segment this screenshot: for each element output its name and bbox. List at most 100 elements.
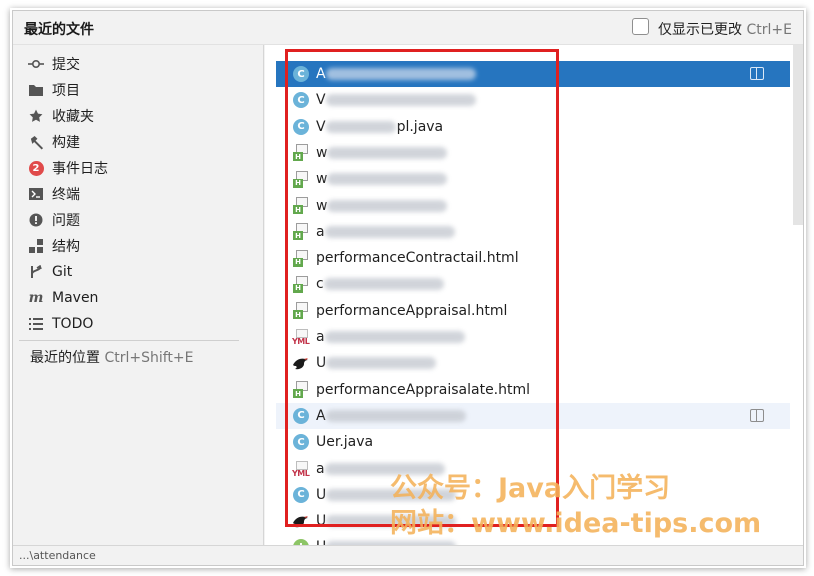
nav-item-problems[interactable]: 问题 [27, 209, 80, 231]
nav-item-label: 事件日志 [52, 161, 108, 177]
file-name: w [316, 171, 448, 187]
file-name-prefix: performanceAppraisal [316, 381, 471, 398]
nav-item-label: 构建 [52, 135, 80, 151]
nav-item-label: 收藏夹 [52, 109, 94, 125]
file-row[interactable]: Hw [276, 166, 790, 192]
file-type-icon-wrap: C [292, 118, 310, 136]
show-changed-only-shortcut: Ctrl+E [746, 22, 792, 38]
file-row[interactable]: CV [276, 87, 790, 113]
show-changed-only-checkbox[interactable] [632, 18, 649, 35]
structure-icon [27, 237, 45, 255]
recent-locations-link[interactable]: 最近的位置 Ctrl+Shift+E [30, 347, 194, 367]
watermark-line-2: 网站：www.idea-tips.com [390, 508, 762, 539]
nav-item-favorites[interactable]: 收藏夹 [27, 105, 94, 127]
file-name-prefix: performanceContract [316, 250, 466, 267]
html-file-icon: H [293, 381, 309, 399]
file-type-icon-wrap: H [292, 275, 310, 293]
html-file-icon: H [293, 302, 309, 320]
file-row[interactable]: CA [276, 61, 790, 87]
redacted-text [324, 225, 455, 238]
file-name-prefix: c [316, 276, 324, 293]
yaml-file-icon: YML [292, 329, 310, 346]
nav-item-label: 项目 [52, 83, 80, 99]
file-row[interactable]: Hw [276, 193, 790, 219]
nav-item-terminal[interactable]: 终端 [27, 183, 80, 205]
file-type-icon-wrap: C [292, 407, 310, 425]
status-bar: ...\attendance [13, 545, 803, 565]
open-in-split-icon[interactable] [750, 408, 764, 422]
nav-item-label: 提交 [52, 57, 80, 73]
file-name: w [316, 198, 448, 214]
redacted-text [325, 120, 396, 133]
file-name: performanceContractail.html [316, 250, 519, 266]
file-name-prefix: w [316, 171, 328, 188]
file-row[interactable]: HperformanceAppraisalate.html [276, 377, 790, 403]
open-in-split-icon[interactable] [750, 67, 764, 80]
nav-item-structure[interactable]: 结构 [27, 235, 80, 257]
nav-item-build[interactable]: 构建 [27, 131, 80, 153]
scrollbar-thumb[interactable] [793, 45, 803, 225]
file-row[interactable]: YML a [276, 324, 790, 350]
nav-item-label: 终端 [52, 187, 80, 203]
maven-icon: m [28, 290, 44, 306]
mybatis-bird-icon [293, 358, 308, 370]
file-name: a [316, 329, 466, 345]
file-name: performanceAppraisalate.html [316, 382, 530, 398]
nav-item-todo[interactable]: TODO [27, 313, 93, 335]
nav-item-git[interactable]: Git [27, 261, 72, 283]
file-name: Uer.java [316, 434, 373, 450]
class-icon: C [293, 92, 309, 109]
show-changed-only-label[interactable]: 仅显示已更改 Ctrl+E [658, 19, 792, 39]
file-type-icon-wrap: H [292, 381, 310, 399]
file-row[interactable]: C Uer.java [276, 429, 790, 455]
nav-item-label: Maven [52, 290, 99, 306]
class-icon: C [293, 407, 309, 424]
recent-locations-shortcut: Ctrl+Shift+E [104, 350, 194, 366]
file-type-icon-wrap: H [292, 302, 310, 320]
nav-item-label: TODO [52, 316, 94, 332]
folder-icon [27, 81, 45, 99]
nav-item-project[interactable]: 项目 [27, 79, 80, 101]
file-type-icon-wrap: C [292, 433, 310, 451]
file-row[interactable]: CA [276, 402, 790, 429]
file-name-prefix: w [316, 197, 328, 214]
file-name-prefix: a [316, 223, 325, 240]
nav-item-commit[interactable]: 提交 [27, 53, 80, 75]
file-row[interactable]: U [276, 350, 790, 376]
redacted-text [324, 331, 465, 343]
redacted-text [325, 94, 476, 107]
nav-item-event-log[interactable]: 2 事件日志 [27, 157, 108, 179]
html-file-icon: H [293, 223, 309, 241]
file-name: a [316, 224, 456, 240]
file-name-suffix: pl.java [396, 118, 444, 135]
redacted-text [327, 173, 448, 186]
file-name-prefix: w [316, 144, 328, 161]
file-row[interactable]: Hc [276, 271, 790, 297]
file-row[interactable]: C Vpl.java [276, 114, 790, 140]
redacted-text [326, 357, 437, 370]
file-name-prefix: U [316, 513, 327, 530]
file-type-icon-wrap: I [292, 538, 310, 545]
file-name-prefix: performanceAppraisal [316, 302, 471, 319]
file-name-prefix: V [316, 118, 326, 135]
event-log-badge-icon: 2 [27, 159, 45, 177]
redacted-text [323, 278, 444, 291]
file-row[interactable]: Hw [276, 140, 790, 166]
file-row[interactable]: Ha [276, 219, 790, 245]
divider [19, 340, 239, 341]
file-type-icon-wrap: YML [292, 328, 310, 346]
file-row[interactable]: HperformanceContractail.html [276, 245, 790, 271]
class-icon: C [293, 434, 309, 451]
file-name-prefix: a [316, 460, 325, 477]
file-type-icon-wrap: YML [292, 460, 310, 478]
file-name-suffix: ate.html [471, 381, 531, 398]
file-type-icon-wrap: H [292, 223, 310, 241]
file-type-icon-wrap: H [292, 170, 310, 188]
problems-icon [27, 211, 45, 229]
nav-item-maven[interactable]: m Maven [27, 287, 99, 309]
file-type-icon-wrap: H [292, 249, 310, 267]
redacted-text [325, 409, 466, 422]
yaml-file-icon: YML [292, 460, 310, 478]
file-name-prefix: V [316, 92, 326, 109]
file-row[interactable]: HperformanceAppraisal.html [276, 298, 790, 324]
